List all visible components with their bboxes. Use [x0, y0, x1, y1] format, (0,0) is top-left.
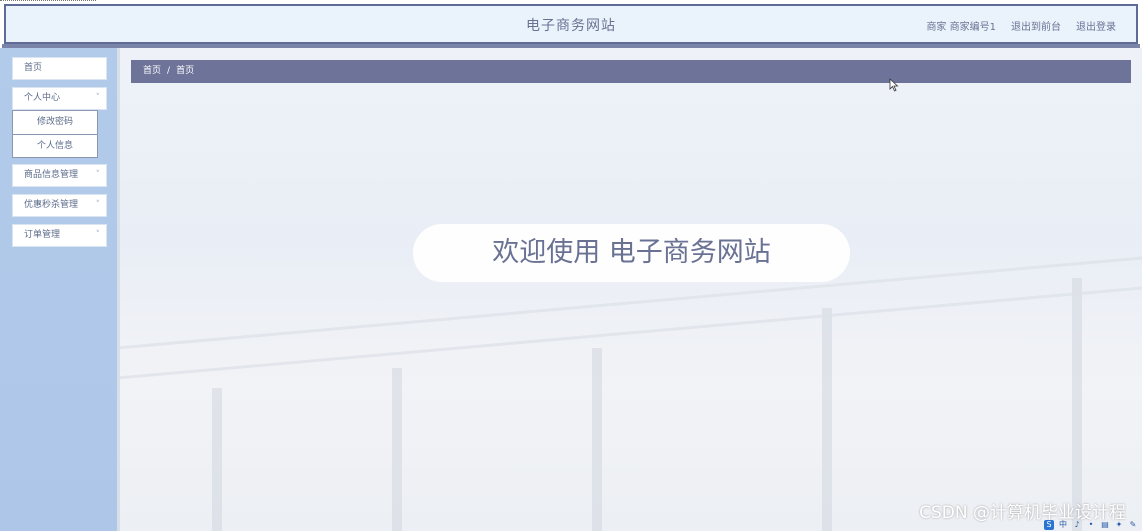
- tray-dot-icon[interactable]: •: [1086, 520, 1096, 530]
- submenu-item-personal-info[interactable]: 个人信息: [13, 135, 97, 158]
- breadcrumb-item-home[interactable]: 首页: [143, 66, 161, 76]
- header-user-area: 商家 商家编号1 退出到前台 退出登录: [926, 18, 1116, 33]
- sidebar-item-label: 个人中心: [24, 93, 61, 103]
- tray-keyboard-icon[interactable]: ▤: [1100, 520, 1110, 530]
- chevron-down-icon: ˅: [95, 170, 101, 180]
- submenu-item-change-password[interactable]: 修改密码: [13, 111, 97, 135]
- sidebar-item-label: 商品信息管理: [24, 170, 79, 180]
- welcome-banner: 欢迎使用 电子商务网站: [413, 224, 850, 282]
- logout-link[interactable]: 退出登录: [1076, 18, 1116, 33]
- chevron-down-icon: ˅: [95, 230, 101, 240]
- sidebar-item-flash-sale-management[interactable]: 优惠秒杀管理 ˅: [12, 194, 107, 217]
- background-fence-image: [117, 256, 1142, 531]
- sidebar-item-label: 订单管理: [24, 230, 61, 240]
- top-dotted-line: [0, 0, 96, 3]
- sidebar-item-home[interactable]: 首页: [12, 57, 107, 80]
- mouse-pointer-icon: [889, 78, 899, 92]
- app-root: 电子商务网站 商家 商家编号1 退出到前台 退出登录 首页 个人中心 ˅ 修改密…: [0, 0, 1142, 531]
- sidebar-item-personal-center[interactable]: 个人中心 ˅: [12, 87, 107, 110]
- user-name: 商家编号1: [949, 22, 996, 33]
- user-info: 商家 商家编号1: [926, 18, 996, 33]
- tray-app-icon[interactable]: S: [1044, 520, 1054, 530]
- breadcrumb: 首页 / 首页: [131, 60, 1131, 83]
- top-header: 电子商务网站 商家 商家编号1 退出到前台 退出登录: [2, 4, 1140, 48]
- tray-pen-icon[interactable]: ✎: [1128, 520, 1138, 530]
- tray-tool-icon[interactable]: ✦: [1114, 520, 1124, 530]
- back-to-front-link[interactable]: 退出到前台: [1011, 18, 1061, 33]
- sidebar-item-label: 优惠秒杀管理: [24, 200, 79, 210]
- breadcrumb-item-current: 首页: [176, 66, 195, 76]
- sidebar-item-label: 首页: [24, 63, 43, 73]
- welcome-text: 欢迎使用 电子商务网站: [492, 237, 771, 268]
- system-tray: S 中 ♪ • ▤ ✦ ✎: [1044, 519, 1138, 531]
- sidebar-item-product-management[interactable]: 商品信息管理 ˅: [12, 164, 107, 187]
- sidebar: 首页 个人中心 ˅ 修改密码 个人信息 商品信息管理 ˅ 优惠秒杀管理 ˅ 订单…: [0, 48, 117, 531]
- main-content: 首页 / 首页 欢迎使用 电子商务网站 CSDN @计算机毕业设计程 S 中 ♪ •…: [117, 48, 1142, 531]
- chevron-down-icon: ˅: [95, 200, 101, 210]
- content-divider: [117, 48, 120, 531]
- personal-center-submenu: 修改密码 个人信息: [12, 110, 98, 158]
- user-role: 商家: [926, 22, 947, 33]
- sidebar-item-order-management[interactable]: 订单管理 ˅: [12, 224, 107, 247]
- chevron-down-icon: ˅: [95, 93, 101, 103]
- breadcrumb-separator: /: [167, 66, 171, 76]
- tray-ime-icon[interactable]: 中: [1058, 520, 1068, 530]
- tray-moon-icon[interactable]: ♪: [1072, 520, 1082, 530]
